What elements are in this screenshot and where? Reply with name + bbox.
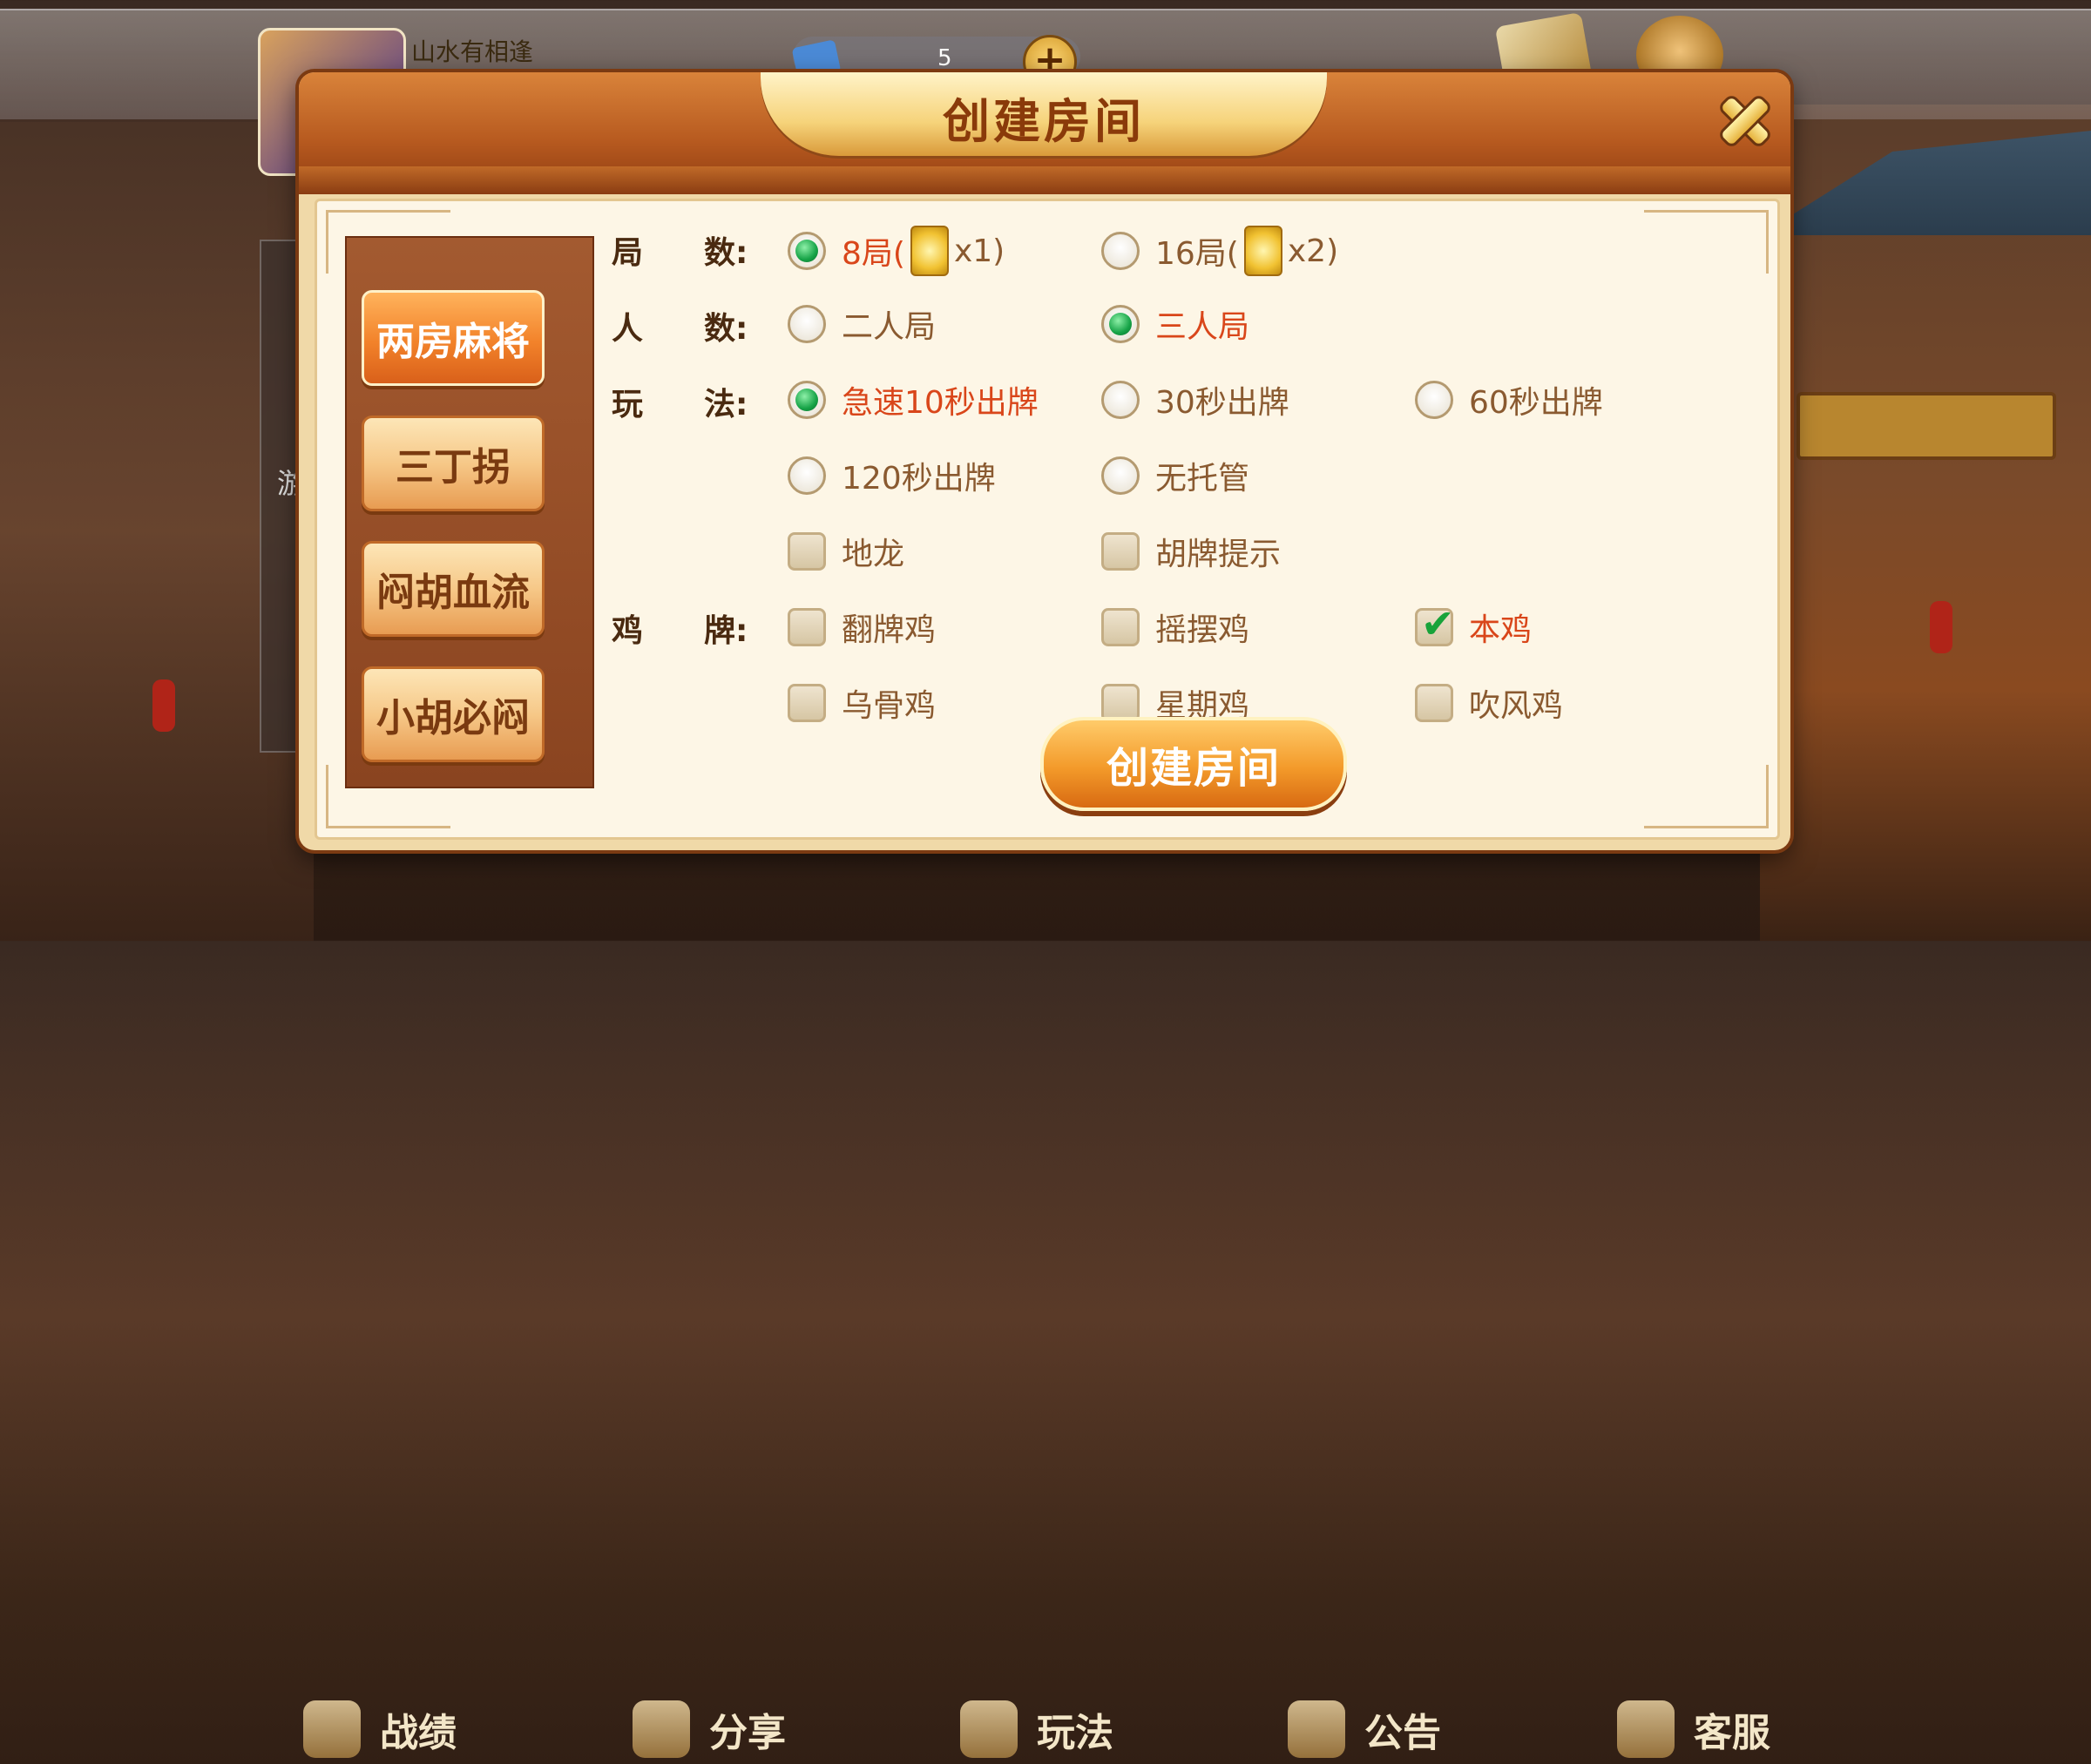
checkbox-unchecked[interactable] (1101, 608, 1140, 646)
players-label-a: 人 (612, 311, 644, 347)
players-option-three[interactable]: 三人局 (1101, 301, 1249, 347)
room-card-icon (1243, 226, 1282, 276)
game-type-button[interactable]: 两房麻将 (362, 290, 545, 386)
play-label-b: 法: (704, 387, 748, 422)
checkbox-unchecked[interactable] (1415, 684, 1453, 722)
nav-label: 客服 (1694, 1711, 1770, 1755)
nav-announcements[interactable]: 公告 (1288, 1694, 1441, 1764)
play-option-30s[interactable]: 30秒出牌 (1101, 377, 1289, 422)
radio-unselected[interactable] (788, 456, 826, 495)
option-label: 本鸡 (1469, 612, 1533, 648)
game-type-button[interactable]: 闷胡血流 (362, 541, 545, 637)
option-label: x1) (953, 233, 1005, 269)
dialog-header-band (299, 166, 1790, 194)
checkbox-unchecked[interactable] (1101, 532, 1140, 571)
option-label: 30秒出牌 (1155, 385, 1289, 421)
rounds-option-8[interactable]: 8局( x1) (788, 226, 1005, 276)
checkbox-unchecked[interactable] (788, 608, 826, 646)
share-icon (633, 1700, 690, 1758)
rounds-option-16[interactable]: 16局( x2) (1101, 226, 1338, 276)
nav-rules[interactable]: 玩法 (960, 1694, 1113, 1764)
chicken-option-yaobai[interactable]: 摇摆鸡 (1101, 605, 1249, 650)
bottom-navigation: 战绩 分享 玩法 公告 客服 (0, 836, 2091, 1758)
players-label-b: 数: (704, 311, 748, 347)
close-button[interactable] (1710, 86, 1775, 151)
option-label: 胡牌提示 (1155, 537, 1282, 572)
rounds-label-b: 数: (704, 235, 748, 271)
extra-option-hint[interactable]: 胡牌提示 (1101, 529, 1281, 574)
chicken-option-benji[interactable]: ✔ 本鸡 (1415, 604, 1533, 650)
corner-ornament (1644, 210, 1769, 274)
checkmark-icon: ✔ (1421, 600, 1455, 647)
play-option-no-auto[interactable]: 无托管 (1101, 453, 1249, 498)
extra-option-dilong[interactable]: 地龙 (788, 529, 904, 574)
nav-label: 战绩 (380, 1711, 457, 1755)
lantern-decoration (1930, 601, 1952, 653)
radio-unselected[interactable] (788, 305, 826, 343)
radio-selected[interactable] (788, 381, 826, 419)
checkbox-unchecked[interactable] (788, 684, 826, 722)
dialog-title: 创建房间 (943, 94, 1145, 149)
option-label: 急速10秒出牌 (842, 385, 1039, 421)
checkbox-unchecked[interactable] (788, 532, 826, 571)
radio-unselected[interactable] (1101, 456, 1140, 495)
game-type-button[interactable]: 三丁拐 (362, 416, 545, 511)
trophy-icon (303, 1700, 361, 1758)
players-option-two[interactable]: 二人局 (788, 301, 936, 347)
room-card-count: 5 (937, 45, 952, 71)
nav-label: 公告 (1364, 1711, 1441, 1755)
nav-label: 玩法 (1037, 1711, 1113, 1755)
play-label-a: 玩 (612, 387, 644, 422)
room-card-icon (910, 226, 949, 276)
radio-selected[interactable] (788, 232, 826, 270)
option-label: 8局( (842, 236, 905, 272)
option-label: 120秒出牌 (842, 461, 996, 497)
background-sign (1797, 392, 2056, 460)
option-label: 乌骨鸡 (842, 688, 937, 724)
option-label: 无托管 (1155, 461, 1250, 497)
option-label: 吹风鸡 (1469, 688, 1564, 724)
option-label: x2) (1287, 233, 1339, 269)
nav-records[interactable]: 战绩 (303, 1694, 457, 1764)
play-option-60s[interactable]: 60秒出牌 (1415, 377, 1603, 422)
chicken-option-chuifeng[interactable]: 吹风鸡 (1415, 680, 1563, 726)
checkbox-checked[interactable]: ✔ (1415, 604, 1455, 646)
option-label: 翻牌鸡 (842, 612, 937, 648)
option-label: 地龙 (842, 537, 905, 572)
game-type-button[interactable]: 小胡必闷 (362, 666, 545, 762)
nav-support[interactable]: 客服 (1617, 1694, 1770, 1764)
envelope-icon (1288, 1700, 1345, 1758)
rules-book-icon (960, 1700, 1018, 1758)
chicken-label-b: 牌: (704, 613, 748, 649)
chicken-option-fanpai[interactable]: 翻牌鸡 (788, 605, 936, 650)
lantern-decoration (152, 679, 175, 732)
option-label: 二人局 (842, 309, 937, 345)
nav-share[interactable]: 分享 (633, 1694, 786, 1764)
play-option-120s[interactable]: 120秒出牌 (788, 453, 996, 498)
option-label: 三人局 (1155, 309, 1250, 345)
headset-icon (1617, 1700, 1675, 1758)
game-type-sidebar: 两房麻将 三丁拐 闷胡血流 小胡必闷 (345, 236, 594, 788)
option-label: 摇摆鸡 (1155, 612, 1250, 648)
radio-unselected[interactable] (1101, 381, 1140, 419)
radio-selected[interactable] (1101, 305, 1140, 343)
option-label: 16局( (1155, 236, 1239, 272)
chicken-label-a: 鸡 (612, 613, 644, 649)
nav-label: 分享 (709, 1711, 786, 1755)
chicken-option-wugu[interactable]: 乌骨鸡 (788, 680, 936, 726)
create-room-button[interactable]: 创建房间 (1040, 717, 1347, 811)
radio-unselected[interactable] (1101, 232, 1140, 270)
rounds-label-a: 局 (612, 235, 644, 271)
username: 山水有相逢 (411, 37, 534, 66)
corner-ornament (1644, 765, 1769, 828)
option-label: 60秒出牌 (1469, 385, 1603, 421)
create-room-dialog: 创建房间 两房麻将 三丁拐 闷胡血流 小胡必闷 局 数: 人 数: 玩 法: 鸡… (299, 72, 1790, 850)
radio-unselected[interactable] (1415, 381, 1453, 419)
play-option-10s[interactable]: 急速10秒出牌 (788, 377, 1039, 422)
options-panel: 两房麻将 三丁拐 闷胡血流 小胡必闷 局 数: 人 数: 玩 法: 鸡 牌: 8… (315, 199, 1780, 840)
